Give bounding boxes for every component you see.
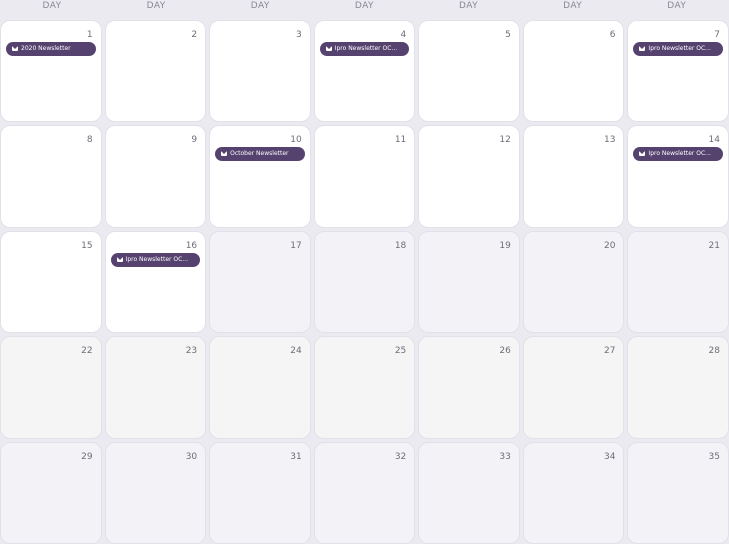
calendar-event[interactable]: Ipro Newsletter OC... bbox=[633, 147, 723, 162]
day-cell[interactable]: 5 bbox=[418, 20, 520, 123]
day-number: 35 bbox=[708, 451, 720, 462]
calendar-month-grid: 1 2020 Newsletter 2 3 4 Ipro Newsletter OC...… bbox=[0, 20, 729, 544]
day-cell[interactable]: 6 bbox=[522, 20, 625, 123]
day-cell[interactable]: 3 bbox=[209, 20, 311, 123]
day-cell[interactable]: 30 bbox=[104, 441, 207, 544]
weekday-header: DAY DAY DAY DAY DAY DAY DAY bbox=[0, 0, 729, 18]
weekday-label: DAY bbox=[667, 1, 687, 11]
day-number: 1 bbox=[86, 30, 93, 40]
day-cell[interactable]: 28 bbox=[627, 336, 729, 439]
day-number: 28 bbox=[708, 346, 720, 357]
day-number: 2 bbox=[191, 30, 198, 40]
event-title: Ipro Newsletter OC... bbox=[648, 45, 711, 52]
day-number: 24 bbox=[290, 346, 302, 357]
day-number: 25 bbox=[394, 346, 407, 357]
day-number: 6 bbox=[609, 30, 616, 40]
weekday-label: DAY bbox=[563, 1, 583, 11]
envelope-icon bbox=[639, 151, 646, 157]
day-number: 10 bbox=[290, 135, 302, 146]
calendar-event[interactable]: Ipro Newsletter OC... bbox=[319, 42, 410, 56]
calendar-event[interactable]: October Newsletter bbox=[215, 147, 305, 162]
day-number: 12 bbox=[499, 135, 511, 146]
day-cell[interactable]: 29 bbox=[0, 441, 102, 544]
day-number: 21 bbox=[708, 240, 720, 251]
day-cell[interactable]: 24 bbox=[209, 336, 311, 439]
day-cell[interactable]: 1 2020 Newsletter bbox=[0, 20, 102, 123]
day-cell[interactable]: 10 October Newsletter bbox=[209, 125, 311, 228]
day-number: 32 bbox=[394, 451, 407, 462]
day-cell[interactable]: 9 bbox=[104, 125, 207, 228]
day-cell[interactable]: 13 bbox=[522, 125, 625, 228]
day-number: 34 bbox=[603, 451, 616, 462]
day-cell[interactable]: 19 bbox=[418, 230, 520, 334]
day-number: 7 bbox=[714, 30, 720, 40]
event-title: October Newsletter bbox=[230, 150, 289, 158]
day-number: 30 bbox=[185, 451, 198, 462]
day-number: 14 bbox=[708, 135, 720, 146]
day-cell[interactable]: 18 bbox=[313, 230, 416, 334]
calendar-event[interactable]: Ipro Newsletter OC... bbox=[110, 252, 201, 267]
day-number: 4 bbox=[400, 30, 407, 40]
event-title: Ipro Newsletter OC... bbox=[125, 255, 189, 263]
day-number: 13 bbox=[603, 135, 616, 146]
day-number: 8 bbox=[86, 135, 93, 146]
day-cell[interactable]: 33 bbox=[418, 441, 520, 544]
weekday-label: DAY bbox=[458, 1, 479, 11]
day-number: 27 bbox=[603, 346, 616, 357]
day-cell[interactable]: 14 Ipro Newsletter OC... bbox=[627, 125, 729, 228]
day-cell[interactable]: 16 Ipro Newsletter OC... bbox=[104, 230, 207, 334]
weekday-label: DAY bbox=[146, 1, 166, 11]
event-title: 2020 Newsletter bbox=[21, 45, 71, 52]
envelope-icon bbox=[12, 46, 18, 51]
day-cell[interactable]: 11 bbox=[313, 125, 416, 228]
day-cell[interactable]: 15 bbox=[0, 230, 102, 334]
day-cell[interactable]: 25 bbox=[313, 336, 416, 439]
day-number: 16 bbox=[185, 240, 198, 251]
day-number: 11 bbox=[394, 135, 407, 146]
day-cell[interactable]: 8 bbox=[0, 125, 102, 228]
envelope-icon bbox=[221, 151, 228, 157]
envelope-icon bbox=[116, 256, 123, 262]
day-number: 29 bbox=[81, 451, 93, 462]
day-number: 3 bbox=[295, 30, 302, 40]
day-number: 22 bbox=[81, 346, 93, 357]
day-cell[interactable]: 7 Ipro Newsletter OC... bbox=[627, 20, 729, 123]
calendar-event[interactable]: 2020 Newsletter bbox=[6, 42, 96, 56]
day-cell[interactable]: 27 bbox=[522, 336, 625, 439]
day-cell[interactable]: 35 bbox=[627, 441, 729, 544]
day-cell[interactable]: 34 bbox=[522, 441, 625, 544]
day-number: 19 bbox=[499, 240, 511, 251]
day-number: 9 bbox=[191, 135, 198, 146]
day-number: 20 bbox=[603, 240, 616, 251]
day-cell[interactable]: 21 bbox=[627, 230, 729, 334]
day-cell[interactable]: 23 bbox=[104, 336, 207, 439]
day-number: 5 bbox=[505, 30, 511, 40]
event-title: Ipro Newsletter OC... bbox=[648, 150, 711, 158]
day-number: 15 bbox=[81, 240, 93, 251]
day-cell[interactable]: 22 bbox=[0, 336, 102, 439]
envelope-icon bbox=[639, 46, 646, 51]
event-title: Ipro Newsletter OC... bbox=[334, 45, 398, 52]
weekday-label: DAY bbox=[354, 1, 375, 11]
envelope-icon bbox=[325, 46, 332, 51]
calendar-event[interactable]: Ipro Newsletter OC... bbox=[633, 42, 723, 56]
day-cell[interactable]: 32 bbox=[313, 441, 416, 544]
day-cell[interactable]: 2 bbox=[104, 20, 207, 123]
day-number: 18 bbox=[394, 240, 407, 251]
day-number: 23 bbox=[185, 346, 198, 357]
day-cell[interactable]: 12 bbox=[418, 125, 520, 228]
weekday-label: DAY bbox=[42, 1, 62, 11]
day-number: 33 bbox=[499, 451, 511, 462]
day-cell[interactable]: 4 Ipro Newsletter OC... bbox=[313, 20, 416, 123]
weekday-label: DAY bbox=[250, 1, 270, 11]
day-number: 17 bbox=[290, 240, 302, 251]
day-number: 26 bbox=[499, 346, 511, 357]
day-cell[interactable]: 26 bbox=[418, 336, 520, 439]
day-cell[interactable]: 31 bbox=[209, 441, 311, 544]
day-number: 31 bbox=[290, 451, 302, 462]
day-cell[interactable]: 20 bbox=[522, 230, 625, 334]
day-cell[interactable]: 17 bbox=[209, 230, 311, 334]
